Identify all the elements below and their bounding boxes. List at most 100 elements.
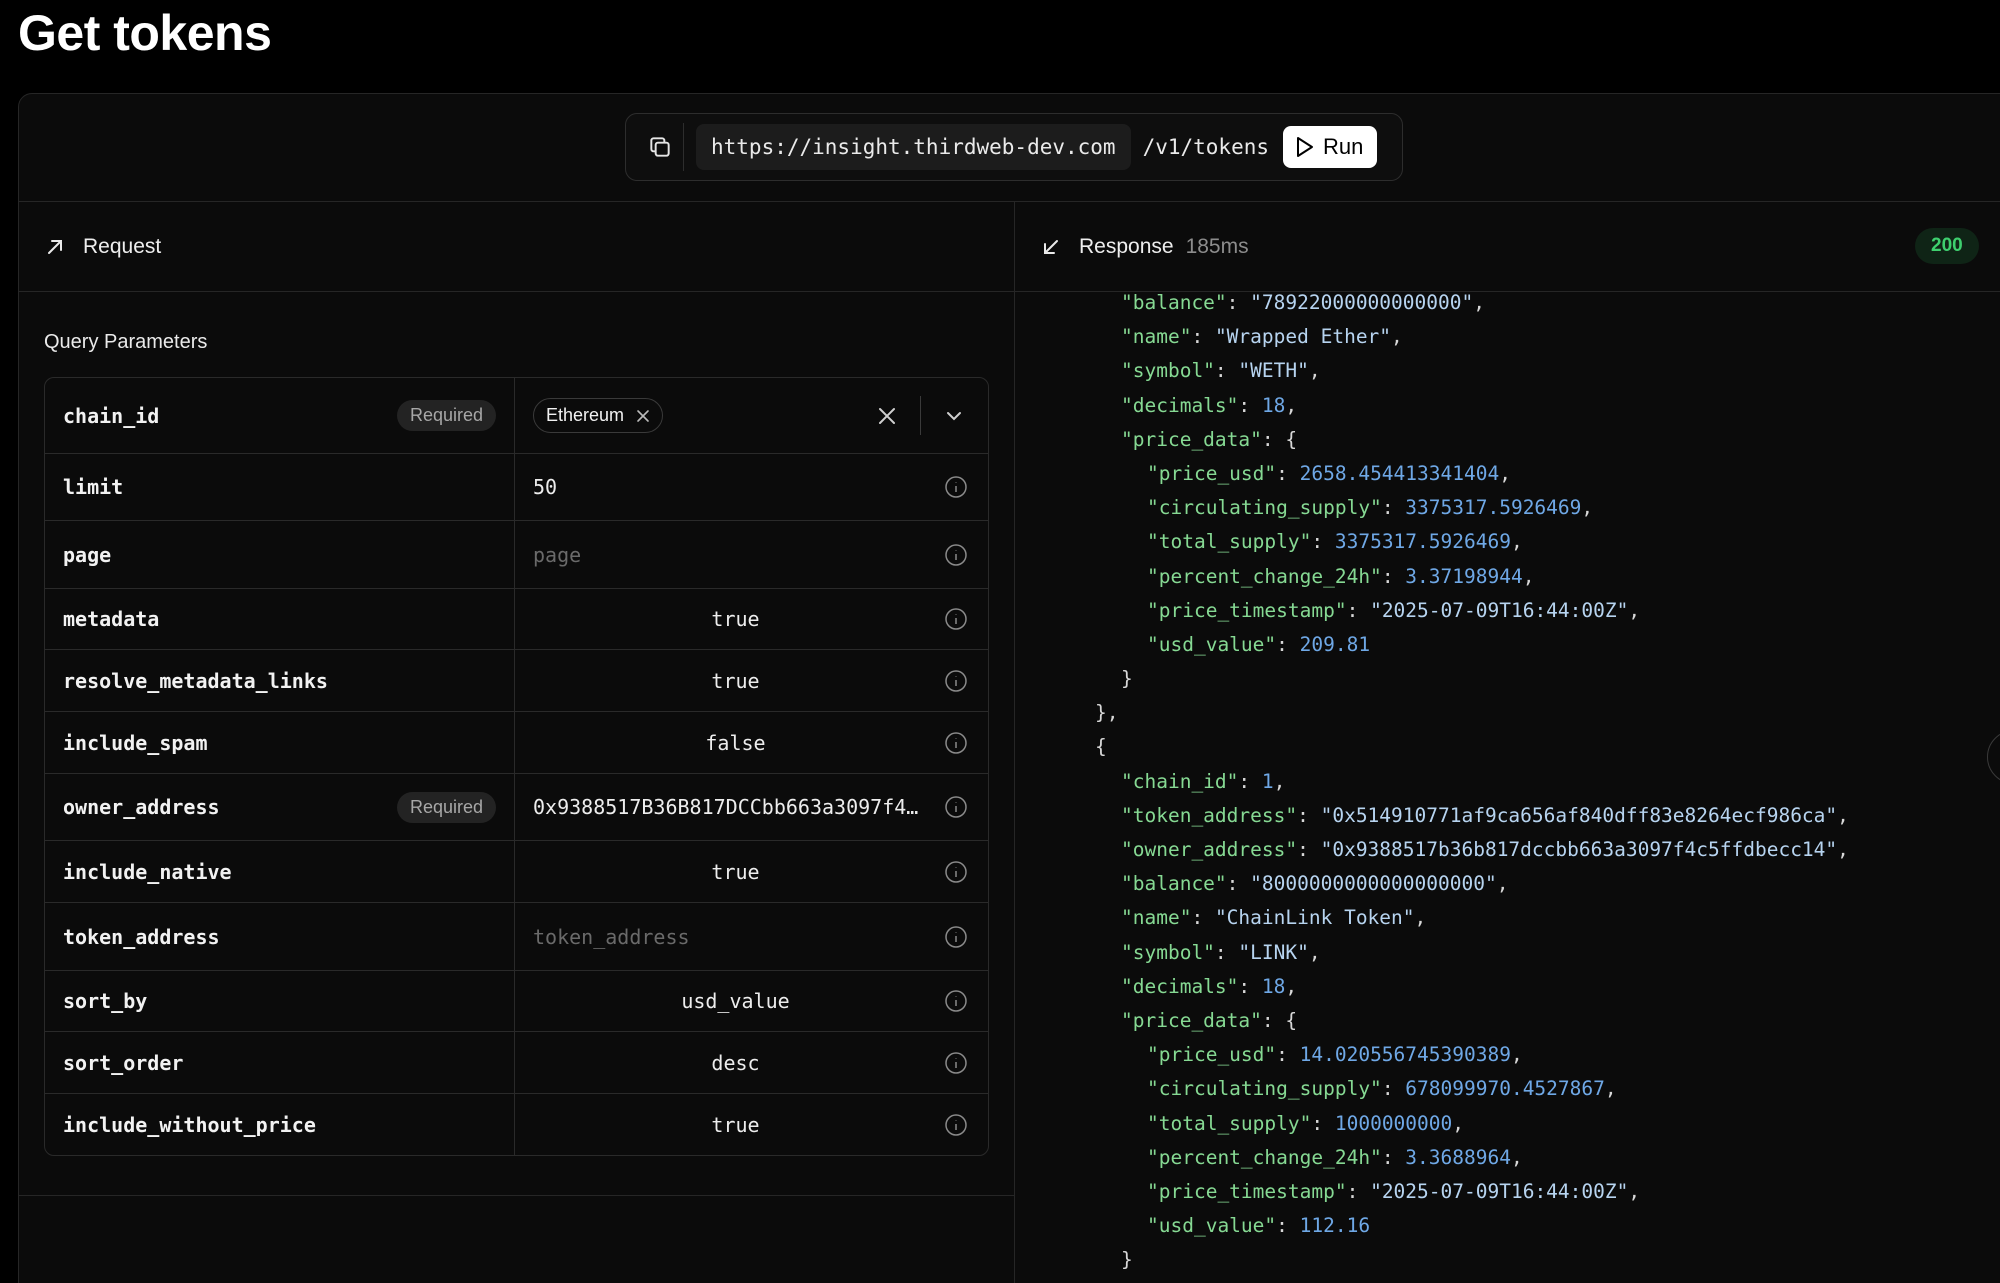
sort-order-value: desc <box>711 1050 760 1075</box>
response-header: Response 185ms 200 <box>1015 202 2000 292</box>
json-line: "usd_value": 209.81 <box>1147 632 1371 656</box>
info-icon[interactable] <box>944 731 968 755</box>
token-address-placeholder: token_address <box>533 924 690 949</box>
json-line: "price_data": { <box>1121 427 1298 451</box>
sort-by-select[interactable]: usd_value <box>515 971 988 1031</box>
param-name: resolve_metadata_links <box>45 650 515 711</box>
json-line: "total_supply": 1000000000, <box>1147 1111 1465 1135</box>
param-row-owner-address: owner_address Required 0x9388517B36B817D… <box>45 774 988 841</box>
remove-chip-icon[interactable] <box>636 409 650 423</box>
page-input[interactable]: page <box>515 521 988 588</box>
param-row-resolve-metadata-links: resolve_metadata_links true <box>45 650 988 712</box>
sort-order-select[interactable]: desc <box>515 1032 988 1093</box>
json-line: }, <box>1095 701 1119 725</box>
metadata-value: true <box>711 607 760 631</box>
info-icon[interactable] <box>944 925 968 949</box>
param-name: limit <box>45 454 515 520</box>
json-line: "decimals": 18, <box>1121 974 1298 998</box>
param-row-include-native: include_native true <box>45 841 988 903</box>
owner-address-value: 0x9388517B36B817DCCbb663a3097f4c5ffdbecc… <box>533 795 928 819</box>
url-bar: https://insight.thirdweb-dev.com /v1/tok… <box>625 113 1403 181</box>
param-row-metadata: metadata true <box>45 589 988 650</box>
json-line: "circulating_supply": 3375317.5926469, <box>1147 496 1594 520</box>
play-icon <box>1297 137 1314 157</box>
endpoint-path: /v1/tokens <box>1142 135 1270 159</box>
sort-by-value: usd_value <box>681 989 790 1013</box>
info-icon[interactable] <box>944 607 968 631</box>
json-line: } <box>1121 1248 1133 1272</box>
token-address-input[interactable]: token_address <box>515 903 988 970</box>
json-line: "usd_value": 112.16 <box>1147 1214 1371 1238</box>
param-name: include_native <box>45 841 515 902</box>
metadata-select[interactable]: true <box>515 589 988 649</box>
info-icon[interactable] <box>944 1051 968 1075</box>
json-line: "total_supply": 3375317.5926469, <box>1147 530 1523 554</box>
param-row-page: page page <box>45 521 988 589</box>
arrow-down-left-icon <box>1044 239 1058 254</box>
param-name-label: chain_id <box>63 403 160 428</box>
param-row-include-spam: include_spam false <box>45 712 988 774</box>
json-line: "price_timestamp": "2025-07-09T16:44:00Z… <box>1147 598 1641 622</box>
info-icon[interactable] <box>944 669 968 693</box>
chevron-down-icon[interactable] <box>945 410 963 422</box>
param-name: metadata <box>45 589 515 649</box>
json-line: "owner_address": "0x9388517b36b817dccbb6… <box>1121 838 1849 861</box>
info-icon[interactable] <box>944 795 968 819</box>
json-line: "balance": "8000000000000000000", <box>1121 872 1509 896</box>
info-icon[interactable] <box>944 1113 968 1137</box>
json-line: "symbol": "WETH", <box>1121 359 1321 383</box>
param-row-chain-id: chain_id Required Ethereum <box>45 378 988 454</box>
copy-icon <box>649 137 670 157</box>
close-icon[interactable] <box>878 407 896 425</box>
arrow-up-right-icon <box>48 239 62 254</box>
param-name: owner_address Required <box>45 774 515 840</box>
json-line: "name": "Wrapped Ether", <box>1121 325 1403 349</box>
required-badge: Required <box>396 400 496 431</box>
param-row-token-address: token_address token_address <box>45 903 988 971</box>
owner-address-input[interactable]: 0x9388517B36B817DCCbb663a3097f4c5ffdbecc… <box>515 774 988 840</box>
param-name: include_spam <box>45 712 515 773</box>
param-row-include-without-price: include_without_price true <box>45 1094 988 1155</box>
info-icon[interactable] <box>944 475 968 499</box>
include-without-price-value: true <box>711 1112 760 1137</box>
param-name: sort_by <box>45 971 515 1031</box>
resolve-metadata-links-select[interactable]: true <box>515 650 988 711</box>
copy-url-button[interactable] <box>636 123 684 171</box>
info-icon[interactable] <box>944 543 968 567</box>
param-name: page <box>45 521 515 588</box>
info-icon[interactable] <box>944 860 968 884</box>
param-row-limit: limit 50 <box>45 454 988 521</box>
json-line: "percent_change_24h": 3.3688964, <box>1147 1145 1523 1169</box>
json-line: "price_data": { <box>1121 1008 1298 1032</box>
api-playground-panel: https://insight.thirdweb-dev.com /v1/tok… <box>18 93 2000 1283</box>
query-parameters-table: chain_id Required Ethereum limit 50 page <box>44 377 989 1156</box>
json-line: "price_timestamp": "2025-07-09T16:44:00Z… <box>1147 1179 1641 1203</box>
selected-chain-label: Ethereum <box>546 405 625 425</box>
json-line: "circulating_supply": 678099970.4527867, <box>1147 1077 1617 1101</box>
limit-input[interactable]: 50 <box>515 454 988 520</box>
include-spam-select[interactable]: false <box>515 712 988 773</box>
limit-value: 50 <box>533 475 558 499</box>
response-body: "balance": "78922000000000000", "name": "… <box>1015 293 2000 1283</box>
json-line: "balance": "78922000000000000", <box>1121 293 1485 314</box>
resolve-metadata-links-value: true <box>711 668 760 693</box>
run-button[interactable]: Run <box>1283 126 1378 168</box>
include-native-select[interactable]: true <box>515 841 988 902</box>
param-row-sort-order: sort_order desc <box>45 1032 988 1094</box>
run-button-label: Run <box>1323 134 1364 159</box>
param-name-label: owner_address <box>63 795 220 819</box>
param-name: include_without_price <box>45 1094 515 1155</box>
json-line: "price_usd": 14.020556745390389, <box>1147 1043 1523 1067</box>
include-without-price-select[interactable]: true <box>515 1094 988 1155</box>
json-line: "name": "ChainLink Token", <box>1121 906 1427 930</box>
selected-chain-chip: Ethereum <box>533 398 664 433</box>
param-row-sort-by: sort_by usd_value <box>45 971 988 1032</box>
chain-id-select[interactable]: Ethereum <box>515 378 988 453</box>
query-parameters-title: Query Parameters <box>44 331 208 353</box>
response-time: 185ms <box>1185 234 1249 258</box>
param-name: token_address <box>45 903 515 970</box>
status-badge: 200 <box>1915 228 1979 264</box>
param-name: sort_order <box>45 1032 515 1093</box>
info-icon[interactable] <box>944 989 968 1013</box>
required-badge: Required <box>396 791 496 823</box>
